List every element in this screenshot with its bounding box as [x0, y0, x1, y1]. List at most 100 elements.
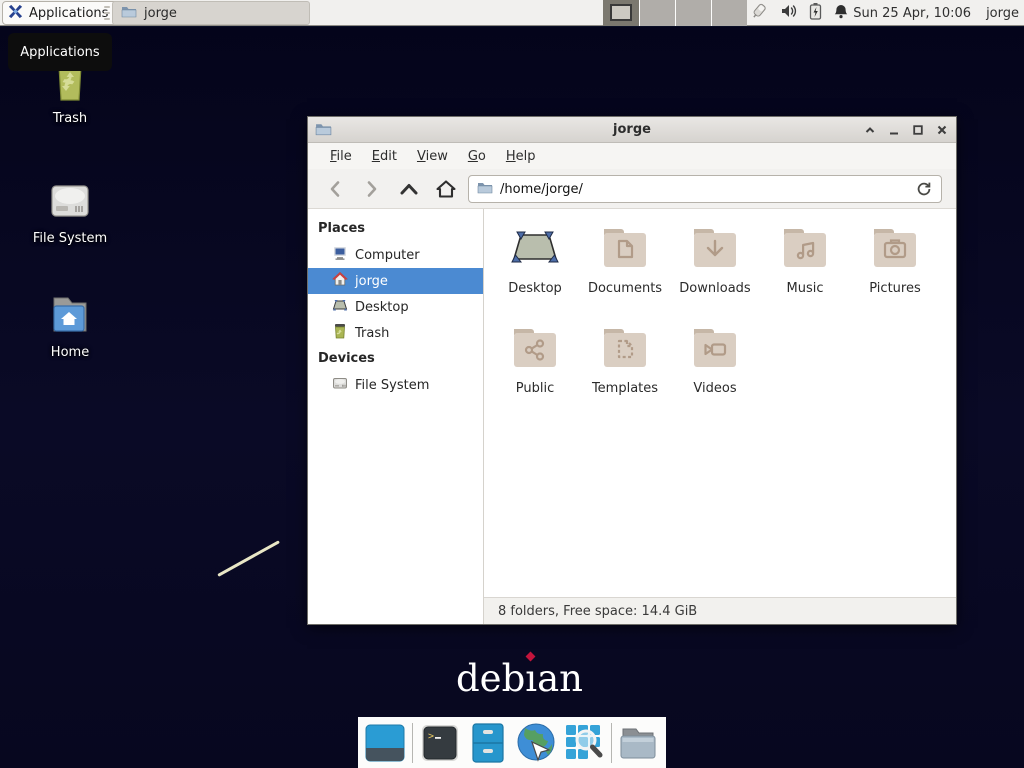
forward-icon[interactable] [359, 176, 385, 202]
trash-icon [332, 323, 348, 343]
dock-separator [412, 723, 413, 763]
folder-item-music[interactable]: Music [760, 223, 850, 319]
file-cabinet-icon[interactable] [467, 722, 507, 764]
sidebar-item-file-system[interactable]: File System [308, 372, 483, 398]
toolbar [308, 169, 956, 209]
desktop-icon-file-system[interactable]: File System [25, 178, 115, 246]
workspace-2[interactable] [639, 0, 675, 26]
folder-label: Downloads [670, 281, 760, 296]
sidebar-item-trash[interactable]: Trash [308, 320, 483, 346]
terminal-icon[interactable]: > [420, 722, 460, 764]
file-manager-window: jorge File Edit View Go Help [307, 116, 957, 625]
svg-text:>: > [428, 731, 434, 742]
sidebar-devices-header: Devices [308, 346, 483, 372]
notifications-icon[interactable] [833, 3, 849, 24]
window-titlebar[interactable]: jorge [308, 117, 956, 143]
debian-logo-text: deb [456, 657, 525, 700]
statusbar-text: 8 folders, Free space: 14.4 GiB [498, 604, 697, 619]
workspace-4[interactable] [711, 0, 747, 26]
volume-icon[interactable] [780, 3, 798, 23]
templates-folder-icon [580, 327, 670, 371]
sidebar-item-desktop[interactable]: Desktop [308, 294, 483, 320]
taskbar-folder-icon [121, 5, 137, 22]
show-desktop-icon[interactable] [365, 722, 405, 764]
folder-item-pictures[interactable]: Pictures [850, 223, 940, 319]
folder-item-public[interactable]: Public [490, 323, 580, 419]
stylus-icon[interactable] [750, 2, 769, 24]
window-title: jorge [308, 122, 956, 137]
system-tray [750, 0, 849, 26]
desktop-icon-home[interactable]: Home [25, 292, 115, 360]
downloads-folder-icon [670, 227, 760, 271]
statusbar: 8 folders, Free space: 14.4 GiB [484, 597, 956, 624]
sidebar-item-computer[interactable]: Computer [308, 242, 483, 268]
back-icon[interactable] [322, 176, 348, 202]
sidebar-item-jorge[interactable]: jorge [308, 268, 483, 294]
panel-clock-area: Sun 25 Apr, 10:06 jorge [853, 0, 1019, 26]
documents-folder-icon [580, 227, 670, 271]
pictures-folder-icon [850, 227, 940, 271]
folder-item-videos[interactable]: Videos [670, 323, 760, 419]
applications-menu-button[interactable]: Applications [2, 1, 118, 25]
folder-label: Pictures [850, 281, 940, 296]
folder-label: Videos [670, 381, 760, 396]
menu-edit[interactable]: Edit [362, 145, 407, 168]
folder-item-downloads[interactable]: Downloads [670, 223, 760, 319]
desktop-folder-icon [490, 227, 580, 271]
menu-help[interactable]: Help [496, 145, 546, 168]
sidebar-item-label: Desktop [355, 300, 409, 315]
panel-grip-handle[interactable] [104, 6, 110, 20]
battery-icon[interactable] [809, 2, 822, 24]
workspace-1[interactable] [603, 0, 639, 26]
workspace-pager [603, 0, 747, 26]
menu-go[interactable]: Go [458, 145, 496, 168]
folder-label: Templates [580, 381, 670, 396]
minimize-icon[interactable] [887, 124, 900, 137]
sidebar-item-label: File System [355, 378, 429, 393]
applications-menu-label: Applications [29, 6, 108, 21]
desktop-root: { "panel": { "applications_label": "Appl… [0, 0, 1024, 768]
videos-folder-icon [670, 327, 760, 371]
folder-item-templates[interactable]: Templates [580, 323, 670, 419]
computer-icon [332, 245, 348, 265]
taskbar-window-button[interactable]: jorge [112, 1, 310, 25]
folder-view: Desktop Documents [484, 209, 956, 624]
folder-item-documents[interactable]: Documents [580, 223, 670, 319]
folder-item-desktop[interactable]: Desktop [490, 223, 580, 319]
directory-menu-icon[interactable] [619, 722, 659, 764]
sidebar-item-label: Computer [355, 248, 420, 263]
taskbar-window-label: jorge [144, 6, 177, 21]
app-finder-icon[interactable] [564, 722, 604, 764]
username-label[interactable]: jorge [986, 6, 1019, 21]
desktop-icon-label: File System [25, 231, 115, 246]
sidebar-item-label: Trash [355, 326, 389, 341]
menu-file[interactable]: File [320, 145, 362, 168]
path-folder-icon [477, 181, 493, 198]
sidebar-places-header: Places [308, 216, 483, 242]
maximize-icon[interactable] [911, 124, 924, 137]
workspace-window-preview [610, 4, 632, 21]
folder-label: Desktop [490, 281, 580, 296]
desktop-icon [332, 297, 348, 317]
close-icon[interactable] [935, 124, 948, 137]
top-panel: Applications jorge [0, 0, 1024, 26]
home-icon[interactable] [433, 176, 459, 202]
applications-icon [7, 3, 24, 24]
music-folder-icon [760, 227, 850, 271]
workspace-3[interactable] [675, 0, 711, 26]
path-bar[interactable] [468, 175, 942, 203]
folder-label: Music [760, 281, 850, 296]
reload-icon[interactable] [913, 178, 935, 200]
applications-tooltip: Applications [8, 33, 112, 71]
debian-logo-i: ı [525, 657, 537, 700]
clock-label[interactable]: Sun 25 Apr, 10:06 [853, 6, 971, 21]
shade-icon[interactable] [863, 124, 876, 137]
home-folder-icon [25, 292, 115, 340]
path-input[interactable] [500, 182, 913, 197]
sidebar: Places Computer [308, 209, 484, 624]
up-icon[interactable] [396, 176, 422, 202]
desktop-stray-line [217, 540, 280, 577]
web-browser-icon[interactable] [515, 722, 557, 764]
debian-logo: debıan [456, 660, 583, 697]
menu-view[interactable]: View [407, 145, 458, 168]
